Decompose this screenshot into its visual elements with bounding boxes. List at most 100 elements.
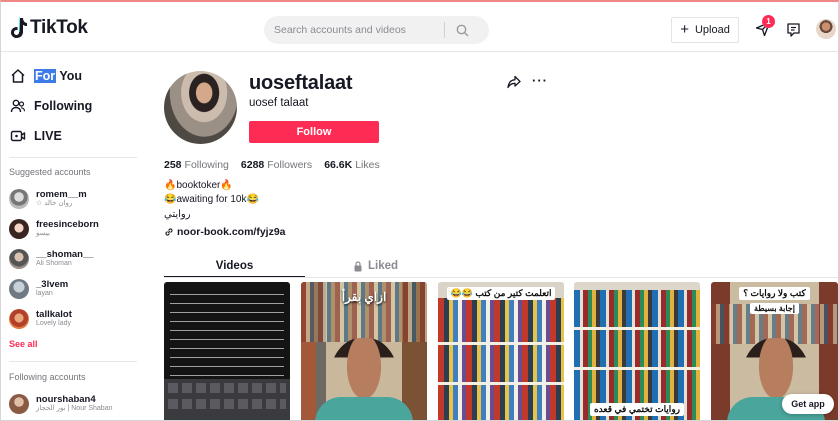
avatar [9, 249, 29, 269]
search-button[interactable] [445, 16, 479, 44]
suggested-account[interactable]: __shoman__ Ali Shoman [9, 245, 94, 273]
account-nickname: بيسو [36, 230, 50, 238]
following-count: 258 [164, 159, 182, 171]
home-icon [11, 69, 25, 83]
account-username: nourshaban4 [36, 393, 96, 405]
bio-line: روايتي [164, 209, 191, 220]
video-caption-wrap: اتعلمت كتير من كتب 😂😂 [438, 283, 564, 301]
avatar [9, 219, 29, 239]
video-caption: اتعلمت كتير من كتب 😂😂 [446, 287, 556, 300]
inbox-button[interactable] [783, 19, 803, 39]
selected-text: For [34, 69, 57, 83]
likes-stat: 66.6K Likes [324, 159, 380, 171]
sidebar-item-live[interactable]: LIVE [10, 125, 62, 147]
suggested-account[interactable]: _3lvem layan [9, 275, 68, 303]
video-caption: روايات تختمي في قعده [589, 403, 685, 416]
sidebar: For You Following LIVE Suggested account… [1, 53, 146, 420]
tiktok-logo[interactable]: TikTok [9, 16, 88, 40]
account-nickname: Lovely lady [36, 320, 72, 328]
tiktok-note-icon [11, 17, 27, 38]
bio-link-text: noor-book.com/fyjz9a [177, 226, 286, 238]
share-icon[interactable] [507, 75, 521, 89]
upload-label: Upload [694, 24, 730, 36]
lock-icon [354, 260, 362, 271]
bio-link[interactable]: noor-book.com/fyjz9a [164, 226, 286, 238]
sidebar-item-for-you[interactable]: For You [10, 65, 82, 87]
account-username: freesinceborn [36, 218, 99, 230]
video-caption: ازاي بقرأ [341, 290, 387, 304]
more-options-icon[interactable]: ··· [532, 74, 548, 88]
followers-stat: 6288 Followers [241, 159, 312, 171]
see-all-link[interactable]: See all [9, 339, 38, 349]
avatar [9, 394, 29, 414]
account-nickname: Ali Shoman [36, 260, 72, 268]
tab-label: Liked [367, 260, 399, 272]
plus-icon: + [680, 21, 689, 38]
book-stack [438, 298, 564, 420]
get-app-button[interactable]: Get app [782, 394, 834, 414]
profile-avatar [164, 71, 237, 144]
suggested-account[interactable]: romem__m ☆ روان خالد [9, 185, 87, 213]
tabs-divider [164, 277, 838, 278]
sidebar-item-label-rest: You [56, 69, 83, 83]
avatar [9, 309, 29, 329]
video-thumbnail[interactable]: ازاي بقرأ [301, 282, 427, 420]
top-bar: TikTok + Upload 1 [1, 2, 838, 52]
sidebar-item-following[interactable]: Following [10, 95, 92, 117]
video-thumbnail[interactable] [164, 282, 290, 420]
tiktok-profile-page: TikTok + Upload 1 For You Fol [0, 0, 839, 421]
tab-liked[interactable]: Liked [305, 255, 446, 277]
search-bar [264, 16, 489, 44]
account-username: __shoman__ [36, 248, 94, 260]
account-username: _3lvem [36, 278, 69, 290]
divider [9, 157, 137, 158]
profile-tabs: Videos Liked [164, 255, 446, 278]
likes-count: 66.6K [324, 159, 353, 171]
account-username: romem__m [36, 188, 87, 200]
avatar [9, 279, 29, 299]
followers-count: 6288 [240, 159, 265, 171]
avatar [9, 189, 29, 209]
inbox-icon [786, 22, 800, 37]
profile-username: uoseftalaat [249, 72, 353, 94]
profile-nickname: uosef talaat [249, 97, 309, 109]
video-thumbnail[interactable]: روايات تختمي في قعده [574, 282, 700, 420]
sidebar-item-label: LIVE [34, 129, 62, 143]
sidebar-item-label: Following [34, 99, 93, 113]
divider [9, 361, 137, 362]
following-account[interactable]: nourshaban4 نور الحجاز | Nour Shaban [9, 390, 113, 418]
video-caption-secondary: إجابة بسيطة [750, 303, 799, 314]
user-avatar[interactable] [816, 19, 836, 39]
following-accounts-title: Following accounts [9, 372, 86, 382]
following-icon [10, 99, 26, 113]
notification-badge: 1 [762, 15, 775, 28]
account-username: tallkalot [36, 308, 72, 320]
followers-label: Followers [267, 159, 313, 171]
tab-videos[interactable]: Videos [164, 255, 305, 277]
follow-button[interactable]: Follow [249, 121, 379, 143]
search-input[interactable] [264, 24, 444, 36]
search-icon [456, 24, 468, 36]
logo-text: TikTok [30, 17, 88, 38]
keyboard-area [164, 379, 290, 420]
video-thumbnail[interactable]: اتعلمت كتير من كتب 😂😂 [438, 282, 564, 420]
live-icon [10, 130, 26, 142]
following-label: Following [184, 159, 229, 171]
tab-label: Videos [215, 260, 254, 272]
following-stat: 258 Following [164, 159, 229, 171]
bio-line: 😂awaiting for 10k😂 [164, 194, 259, 205]
upload-button[interactable]: + Upload [671, 17, 739, 43]
account-nickname: نور الحجاز | Nour Shaban [36, 405, 113, 413]
person-shirt [315, 397, 413, 420]
notes-text-screenshot [170, 288, 284, 376]
suggested-accounts-title: Suggested accounts [9, 167, 91, 177]
likes-label: Likes [355, 159, 380, 171]
video-caption-wrap: إجابة بسيطة [711, 298, 838, 316]
account-nickname: layan [36, 290, 53, 298]
video-caption-wrap: روايات تختمي في قعده [574, 399, 700, 417]
account-nickname: ☆ روان خالد [36, 200, 73, 208]
bio-line: 🔥booktoker🔥 [164, 180, 233, 191]
link-icon [165, 228, 173, 236]
suggested-account[interactable]: tallkalot Lovely lady [9, 305, 72, 333]
suggested-account[interactable]: freesinceborn بيسو [9, 215, 99, 243]
